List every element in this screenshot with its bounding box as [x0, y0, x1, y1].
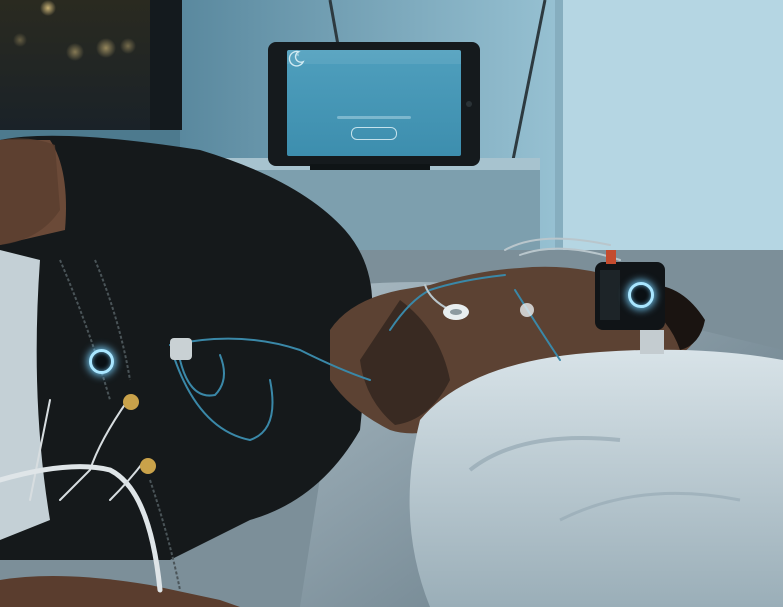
tablet-screen: × — [287, 50, 461, 156]
electrode-pad — [123, 394, 139, 410]
moon-icon — [288, 50, 305, 67]
head-sensor-led — [628, 282, 654, 308]
sleep-study-photo: × — [0, 0, 783, 607]
tablet-topbar — [287, 50, 461, 64]
tablet-button[interactable] — [351, 127, 397, 140]
window — [0, 0, 150, 130]
electrode-pad — [140, 458, 156, 474]
pillow — [409, 349, 783, 607]
tablet-subtitle-line — [337, 116, 411, 119]
chest-sensor-led — [89, 349, 114, 374]
